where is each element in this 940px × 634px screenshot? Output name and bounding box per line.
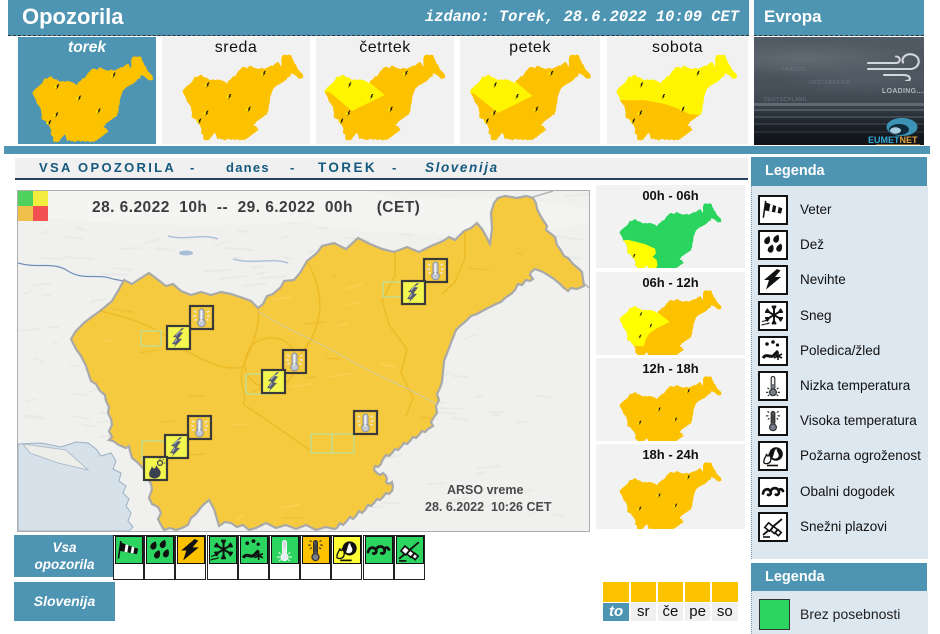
svg-text:28. 6.2022 10h -- 29. 6.202: 28. 6.2022 10h -- 29. 6.2022 00h (CET)	[92, 199, 420, 216]
svg-text:ARSO vreme: ARSO vreme	[447, 483, 523, 497]
svg-text:28. 6.2022 10:26 CET: 28. 6.2022 10:26 CET	[425, 500, 552, 514]
